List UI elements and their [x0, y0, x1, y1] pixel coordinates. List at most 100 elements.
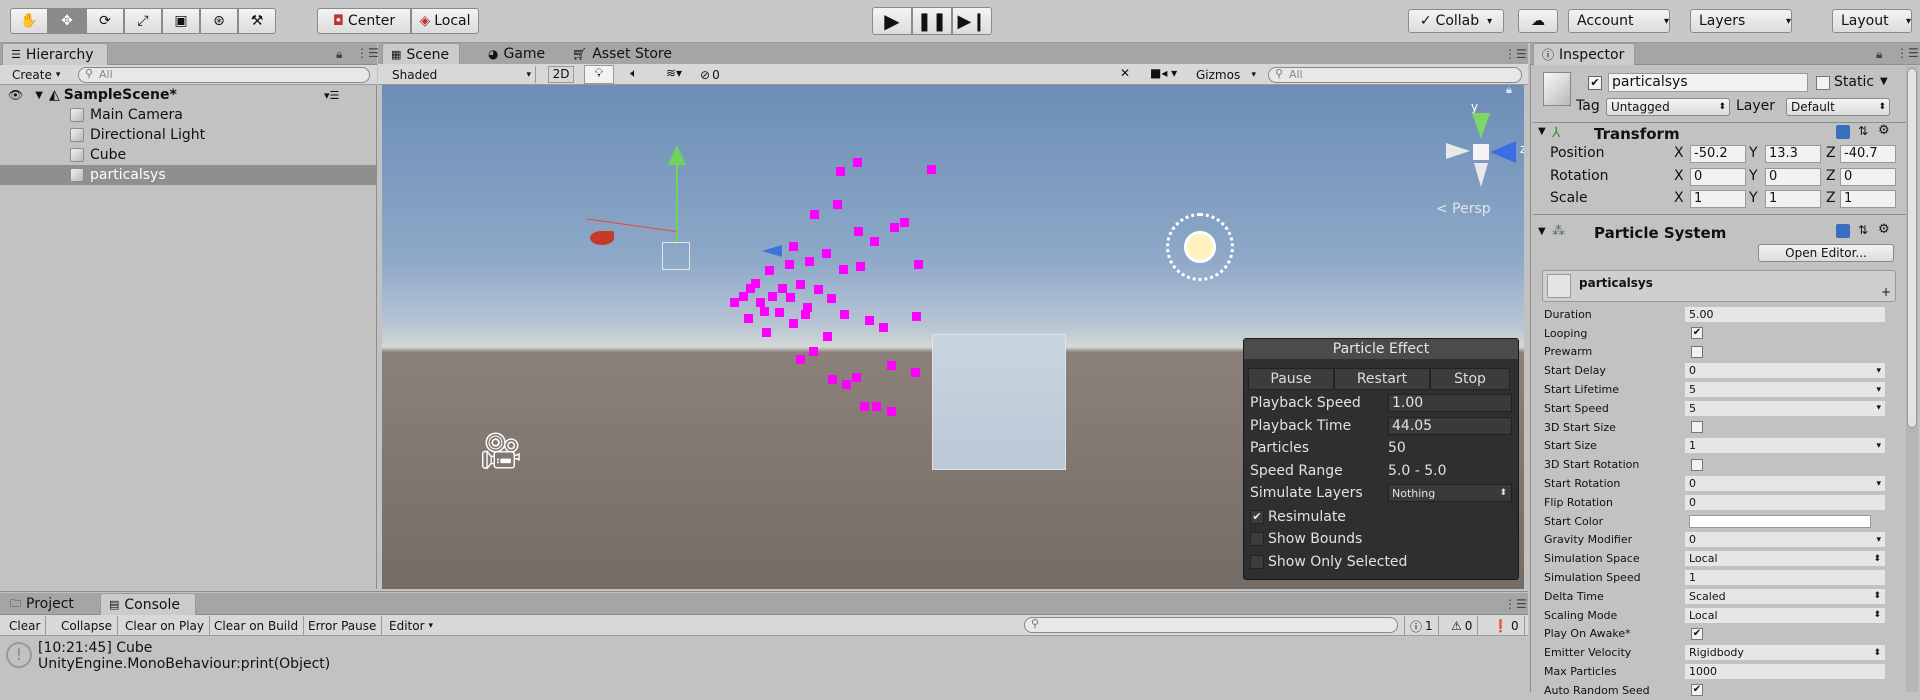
- ps-checkbox[interactable]: ✔: [1691, 684, 1703, 697]
- clear-on-build-toggle[interactable]: Clear on Build: [209, 616, 305, 636]
- custom-tool-icon[interactable]: ⚒: [238, 8, 276, 34]
- inspector-scrollbar[interactable]: [1906, 66, 1918, 692]
- hierarchy-item-particalsys[interactable]: particalsys: [0, 165, 376, 185]
- ps-value-field[interactable]: Rigidbody: [1685, 645, 1885, 661]
- ps-checkbox[interactable]: ✔: [1691, 327, 1703, 340]
- transform-foldout-icon[interactable]: ▼: [1538, 126, 1546, 137]
- console-search-input[interactable]: [1024, 617, 1398, 633]
- gizmos-dropdown[interactable]: Gizmos ▾: [1192, 66, 1256, 83]
- scale-tool-icon[interactable]: ⤢: [124, 8, 162, 34]
- audio-toggle-icon[interactable]: 🔈︎: [622, 66, 646, 83]
- editor-dropdown[interactable]: Editor ▾: [384, 616, 438, 636]
- position-y-field[interactable]: 13.3: [1765, 145, 1821, 163]
- axis-x-cone-icon[interactable]: [1446, 143, 1470, 159]
- show-only-selected-row[interactable]: Show Only Selected: [1250, 552, 1512, 572]
- transform-title[interactable]: Transform: [1594, 125, 1680, 143]
- inspector-scrollbar-thumb[interactable]: [1907, 68, 1917, 428]
- rotation-x-field[interactable]: 0: [1690, 168, 1746, 186]
- tools-icon[interactable]: ✕: [1120, 66, 1140, 83]
- lock-icon[interactable]: 🔒︎: [1876, 47, 1882, 62]
- help-book-icon[interactable]: [1836, 224, 1850, 238]
- active-checkbox[interactable]: ✔: [1588, 76, 1602, 90]
- log-entry-line1[interactable]: [10:21:45] Cube: [38, 640, 152, 656]
- axis-y-cone-icon[interactable]: [1472, 113, 1490, 139]
- log-filter-toggle[interactable]: ⓘ 1: [1404, 616, 1439, 636]
- ps-value-field[interactable]: 0: [1685, 532, 1885, 548]
- tab-hierarchy[interactable]: ☰ Hierarchy: [2, 43, 108, 65]
- layers-dropdown[interactable]: Layers: [1690, 9, 1792, 33]
- ps-checkbox-field[interactable]: [1685, 344, 1885, 359]
- scale-z-field[interactable]: 1: [1840, 190, 1896, 208]
- ps-value-field[interactable]: 5.00: [1685, 306, 1885, 322]
- particle-system-title[interactable]: Particle System: [1594, 224, 1726, 242]
- step-button[interactable]: ▶❙: [952, 7, 992, 35]
- hierarchy-item-main-camera[interactable]: Main Camera: [0, 105, 376, 125]
- axis-z-cone-icon[interactable]: [1490, 141, 1516, 163]
- clear-on-play-toggle[interactable]: Clear on Play: [120, 616, 210, 636]
- transform-tool-icon[interactable]: ⊛: [200, 8, 238, 34]
- toggle-2d-button[interactable]: 2D: [548, 66, 574, 83]
- lighting-toggle-icon[interactable]: 💡︎: [584, 65, 614, 84]
- preset-icon[interactable]: ⇅: [1858, 223, 1868, 237]
- ps-value-field[interactable]: 0: [1685, 476, 1885, 492]
- playback-time-field[interactable]: 44.05: [1388, 417, 1512, 435]
- log-entry-line2[interactable]: UnityEngine.MonoBehaviour:print(Object): [38, 656, 330, 672]
- ps-checkbox-field[interactable]: [1685, 420, 1885, 435]
- hierarchy-item-cube[interactable]: Cube: [0, 145, 376, 165]
- collab-dropdown[interactable]: ✓ Collab: [1408, 9, 1504, 33]
- gizmo-x-arrow-icon[interactable]: [590, 231, 614, 245]
- lock-icon[interactable]: 🔒︎: [1506, 85, 1512, 97]
- account-dropdown[interactable]: Account: [1568, 9, 1670, 33]
- settings-gear-icon[interactable]: ⚙: [1878, 222, 1890, 237]
- tab-scene[interactable]: ▦ Scene: [382, 43, 460, 65]
- clear-button[interactable]: Clear: [4, 616, 47, 636]
- axis-down-cone-icon[interactable]: [1474, 163, 1488, 187]
- ps-value-field[interactable]: 1000: [1685, 664, 1885, 680]
- layout-dropdown[interactable]: Layout: [1832, 9, 1912, 33]
- gizmo-center-box[interactable]: [662, 242, 690, 270]
- tag-dropdown[interactable]: Untagged ⬍: [1606, 98, 1730, 116]
- camera-gizmo-icon[interactable]: 🎥︎: [478, 430, 524, 472]
- create-dropdown[interactable]: Create ▾: [4, 66, 66, 84]
- particle-system-foldout-icon[interactable]: ▼: [1538, 226, 1546, 237]
- hidden-objects-toggle[interactable]: ⊘ 0: [700, 66, 736, 83]
- camera-settings-icon[interactable]: ■◂ ▾: [1150, 66, 1188, 83]
- error-filter-toggle[interactable]: ❗ 0: [1488, 616, 1525, 636]
- projection-label[interactable]: < Persp: [1436, 201, 1491, 217]
- tab-game[interactable]: ◕ Game: [480, 43, 553, 65]
- object-name-input[interactable]: particalsys: [1608, 73, 1808, 92]
- gizmo-x-axis[interactable]: [586, 218, 677, 232]
- ps-checkbox[interactable]: ✔: [1691, 627, 1703, 640]
- show-bounds-row[interactable]: Show Bounds: [1250, 529, 1512, 549]
- scene-header[interactable]: 👁︎ ▼ ◭ SampleScene* ▾☰: [0, 85, 376, 105]
- axis-center-cube[interactable]: [1473, 144, 1489, 160]
- play-button[interactable]: ▶: [872, 7, 912, 35]
- cloud-button[interactable]: ☁: [1518, 9, 1558, 33]
- pivot-local-button[interactable]: ◈ Local: [411, 8, 479, 34]
- pause-button[interactable]: ❚❚: [912, 7, 952, 35]
- static-checkbox[interactable]: [1816, 76, 1830, 90]
- start-color-field[interactable]: [1685, 514, 1885, 529]
- tab-asset-store[interactable]: 🛒︎ Asset Store: [564, 43, 680, 65]
- color-swatch[interactable]: [1689, 514, 1871, 528]
- lock-icon[interactable]: 🔒︎: [336, 47, 342, 62]
- open-editor-button[interactable]: Open Editor...: [1758, 244, 1894, 262]
- cube-object[interactable]: [932, 334, 1066, 470]
- visibility-icon[interactable]: 👁︎: [8, 88, 23, 102]
- effects-toggle-icon[interactable]: ≋▾: [656, 66, 692, 83]
- move-tool-icon[interactable]: ✥: [48, 8, 86, 34]
- rotation-z-field[interactable]: 0: [1840, 168, 1896, 186]
- hand-tool-icon[interactable]: ✋: [10, 8, 48, 34]
- show-bounds-checkbox[interactable]: [1250, 532, 1264, 546]
- resimulate-row[interactable]: ✔ Resimulate: [1250, 507, 1512, 527]
- layer-dropdown[interactable]: Default ⬍: [1786, 98, 1890, 116]
- settings-gear-icon[interactable]: ⚙: [1878, 123, 1890, 138]
- scale-y-field[interactable]: 1: [1765, 190, 1821, 208]
- particle-restart-button[interactable]: Restart: [1334, 368, 1430, 390]
- scene-menu-icon[interactable]: ⋮☰: [1504, 47, 1527, 61]
- hierarchy-item-directional-light[interactable]: Directional Light: [0, 125, 376, 145]
- ps-value-field[interactable]: Local: [1685, 551, 1885, 567]
- ps-value-field[interactable]: 1: [1685, 438, 1885, 454]
- ps-checkbox-field[interactable]: [1685, 457, 1885, 472]
- ps-value-field[interactable]: 0: [1685, 494, 1885, 510]
